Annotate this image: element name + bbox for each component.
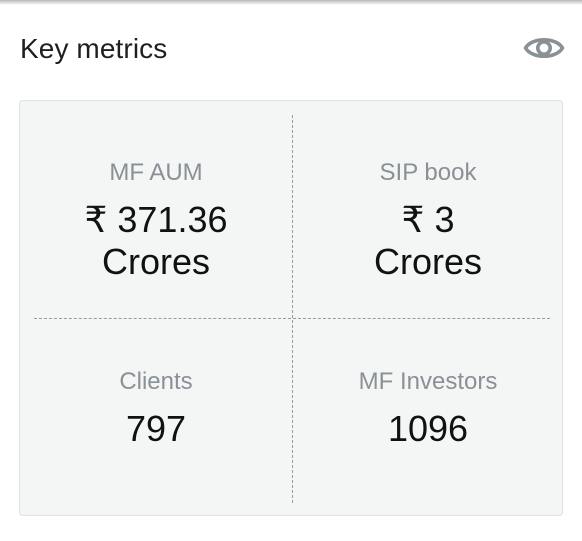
metric-value-amount: ₹ 371.36 xyxy=(84,199,228,240)
key-metrics-card: MF AUM ₹ 371.36 Crores SIP book ₹ 3 Cror… xyxy=(19,100,563,516)
metric-value-unit: Crores xyxy=(101,241,211,282)
metric-label: Clients xyxy=(119,368,193,395)
metric-mf-investors: MF Investors 1096 xyxy=(292,366,564,450)
metric-mf-aum: MF AUM ₹ 371.36 Crores xyxy=(20,157,292,283)
metric-clients: Clients 797 xyxy=(20,366,292,450)
toggle-visibility-button[interactable] xyxy=(523,32,565,64)
key-metrics-header: Key metrics xyxy=(20,30,565,70)
metric-value: ₹ 3 Crores xyxy=(292,199,564,283)
metric-label: MF Investors xyxy=(358,368,498,395)
metric-sip-book: SIP book ₹ 3 Crores xyxy=(292,157,564,283)
section-title: Key metrics xyxy=(20,33,168,64)
metric-value: 1096 xyxy=(387,408,469,449)
metric-value-amount: ₹ 3 xyxy=(401,199,455,240)
top-shadow xyxy=(0,0,582,5)
horizontal-divider xyxy=(34,318,550,319)
metric-value-unit: Crores xyxy=(373,241,483,282)
eye-icon xyxy=(523,37,565,59)
metric-label: MF AUM xyxy=(109,159,203,186)
metric-value: ₹ 371.36 Crores xyxy=(20,199,292,283)
metric-value: 797 xyxy=(125,408,187,449)
metric-label: SIP book xyxy=(379,159,477,186)
